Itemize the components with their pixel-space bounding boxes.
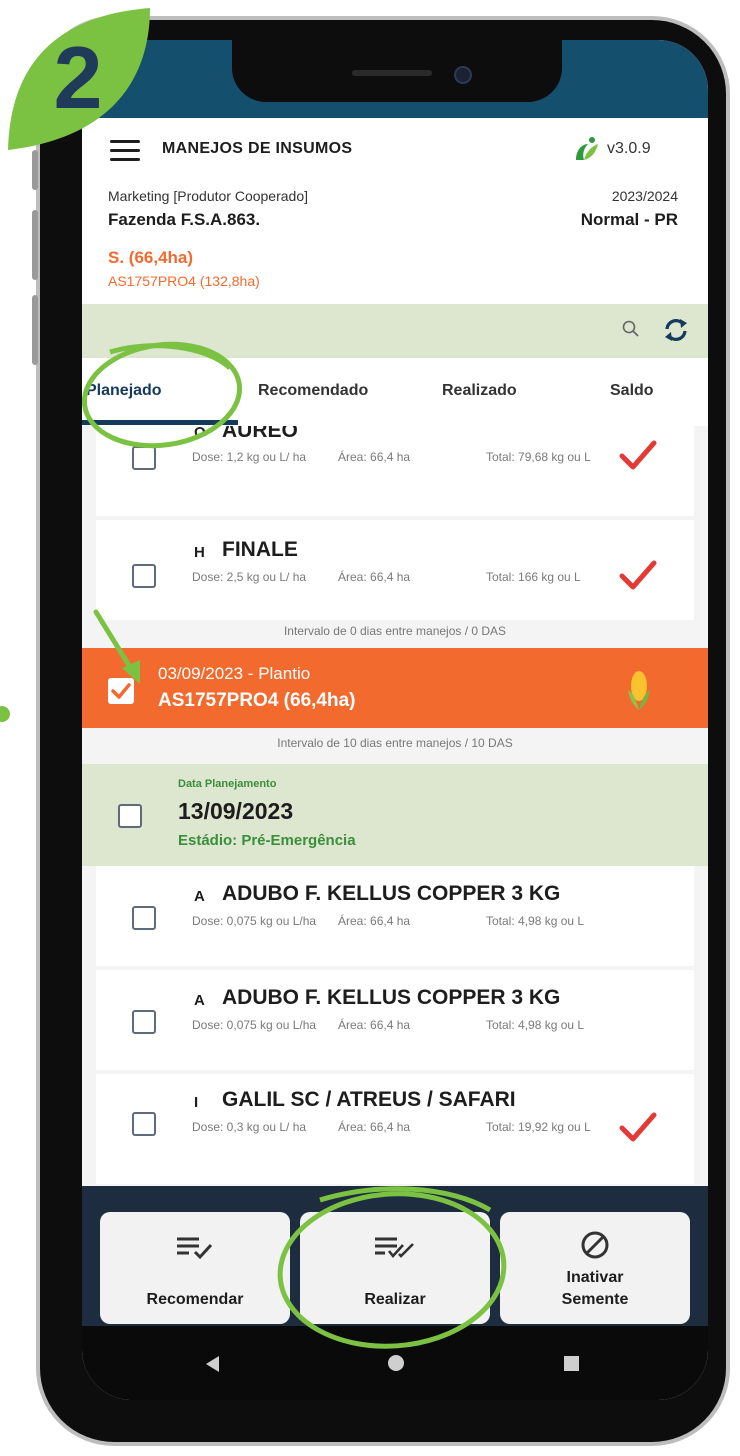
interval-label: Intervalo de 10 dias entre manejos / 10 … xyxy=(277,736,513,750)
product-name: ADUBO F. KELLUS COPPER 3 KG xyxy=(222,986,561,1009)
product-area: Área: 66,4 ha xyxy=(338,450,411,464)
list-double-check-icon xyxy=(375,1237,414,1259)
item-checkbox[interactable] xyxy=(132,1112,156,1136)
farm-name: Fazenda F.S.A.863. xyxy=(108,210,261,229)
realize-button[interactable]: Realizar xyxy=(300,1212,490,1324)
filter-bar xyxy=(82,304,708,358)
planting-row[interactable]: 03/09/2023 - Plantio AS1757PRO4 (66,4ha) xyxy=(82,648,708,728)
group-checkbox[interactable] xyxy=(118,804,142,828)
app-logo-icon xyxy=(576,137,598,160)
tab-bar: Planejado Recomendado Realizado Saldo xyxy=(82,358,708,427)
product-dose: Dose: 0,075 kg ou L/ha xyxy=(192,914,317,928)
list-item: I GALIL SC / ATREUS / SAFARI Dose: 0,3 k… xyxy=(96,1074,694,1184)
list-item: A ADUBO F. KELLUS COPPER 3 KG Dose: 0,07… xyxy=(96,970,694,1070)
app-header: MANEJOS DE INSUMOS v3.0.9 Marketing [Pro… xyxy=(82,118,708,304)
checkmark-icon xyxy=(619,1112,657,1142)
planning-group-header: Data Planejamento 13/09/2023 Estádio: Pr… xyxy=(82,764,708,866)
inactivate-label-line2: Semente xyxy=(561,1291,629,1308)
item-checkbox[interactable] xyxy=(132,564,156,588)
item-checkbox[interactable] xyxy=(132,906,156,930)
android-nav-bar xyxy=(82,1326,708,1400)
product-dose: Dose: 0,3 kg ou L/ ha xyxy=(192,1120,307,1134)
camera-notch xyxy=(232,40,562,102)
home-nav-icon[interactable] xyxy=(388,1355,404,1371)
product-area: Área: 66,4 ha xyxy=(338,1120,411,1134)
back-nav-icon[interactable] xyxy=(206,1356,219,1372)
checkmark-icon xyxy=(619,560,657,590)
step-badge: 2 xyxy=(8,8,150,150)
list-item: H FINALE Dose: 2,5 kg ou L/ ha Área: 66,… xyxy=(96,520,694,620)
season: 2023/2024 xyxy=(611,188,678,204)
page-title: MANEJOS DE INSUMOS xyxy=(162,140,353,157)
product-total: Total: 166 kg ou L xyxy=(486,570,581,584)
planting-date: 03/09/2023 - Plantio xyxy=(158,664,311,683)
item-checkbox[interactable] xyxy=(132,446,156,470)
product-dose: Dose: 0,075 kg ou L/ha xyxy=(192,1018,317,1032)
product-name: AUREO xyxy=(222,426,298,442)
checkbox-check-icon xyxy=(111,683,131,699)
management-list[interactable]: O AUREO Dose: 1,2 kg ou L/ ha Área: 66,4… xyxy=(82,426,708,1186)
product-dose: Dose: 2,5 kg ou L/ ha xyxy=(192,570,307,584)
planning-date: 13/09/2023 xyxy=(178,798,294,824)
product-area: Área: 66,4 ha xyxy=(338,570,411,584)
corn-icon xyxy=(628,671,650,710)
step-number: 2 xyxy=(54,28,103,127)
product-name: GALIL SC / ATREUS / SAFARI xyxy=(222,1088,516,1111)
planning-label: Data Planejamento xyxy=(178,778,277,790)
user-profile: Marketing [Produtor Cooperado] xyxy=(108,188,308,204)
interval-label: Intervalo de 0 dias entre manejos / 0 DA… xyxy=(283,624,507,638)
product-area: Área: 66,4 ha xyxy=(338,1018,411,1032)
item-checkbox[interactable] xyxy=(132,1010,156,1034)
inactivate-label-line1: Inativar xyxy=(566,1269,624,1286)
product-name: FINALE xyxy=(222,538,298,561)
crop-area: S. (66,4ha) xyxy=(108,248,194,267)
list-item: A ADUBO F. KELLUS COPPER 3 KG Dose: 0,07… xyxy=(96,866,694,966)
refresh-icon[interactable] xyxy=(662,316,690,344)
product-name: ADUBO F. KELLUS COPPER 3 KG xyxy=(222,882,561,905)
product-total: Total: 19,92 kg ou L xyxy=(486,1120,591,1134)
planning-stage: Estádio: Pré-Emergência xyxy=(178,832,356,849)
app-version: v3.0.9 xyxy=(607,140,651,157)
list-check-icon xyxy=(177,1237,213,1260)
product-total: Total: 4,98 kg ou L xyxy=(486,914,585,928)
tab-realizado[interactable]: Realizado xyxy=(442,382,517,400)
variety-area: AS1757PRO4 (132,8ha) xyxy=(108,273,260,289)
tab-recomendado[interactable]: Recomendado xyxy=(258,382,368,400)
tab-planejado[interactable]: Planejado xyxy=(86,382,162,400)
region: Normal - PR xyxy=(580,210,678,229)
recommend-label: Recomendar xyxy=(146,1291,244,1308)
item-category-letter: H xyxy=(194,544,205,561)
product-area: Área: 66,4 ha xyxy=(338,914,411,928)
action-bar: Recomendar Realizar Inativar Semente xyxy=(82,1186,708,1326)
volume-down-button xyxy=(32,295,38,365)
planting-seed: AS1757PRO4 (66,4ha) xyxy=(158,690,356,711)
recent-apps-icon[interactable] xyxy=(564,1356,579,1371)
active-tab-indicator xyxy=(82,420,238,425)
item-category-letter: O xyxy=(194,426,206,441)
planting-checkbox[interactable] xyxy=(108,678,134,704)
item-category-letter: A xyxy=(194,888,205,905)
search-icon[interactable] xyxy=(622,320,640,338)
inactivate-seed-button[interactable]: Inativar Semente xyxy=(500,1212,690,1324)
item-category-letter: I xyxy=(194,1094,199,1111)
decorative-dot xyxy=(0,706,10,722)
recommend-button[interactable]: Recomendar xyxy=(100,1212,290,1324)
product-total: Total: 4,98 kg ou L xyxy=(486,1018,585,1032)
tab-saldo[interactable]: Saldo xyxy=(610,382,654,400)
product-dose: Dose: 1,2 kg ou L/ ha xyxy=(192,450,307,464)
app-screen: MANEJOS DE INSUMOS v3.0.9 Marketing [Pro… xyxy=(82,40,708,1400)
block-icon xyxy=(581,1231,609,1259)
realize-label: Realizar xyxy=(364,1291,426,1308)
list-item: O AUREO Dose: 1,2 kg ou L/ ha Área: 66,4… xyxy=(96,426,694,516)
volume-up-button xyxy=(32,210,38,280)
checkmark-icon xyxy=(619,440,657,470)
product-total: Total: 79,68 kg ou L xyxy=(486,450,591,464)
item-category-letter: A xyxy=(194,992,205,1009)
